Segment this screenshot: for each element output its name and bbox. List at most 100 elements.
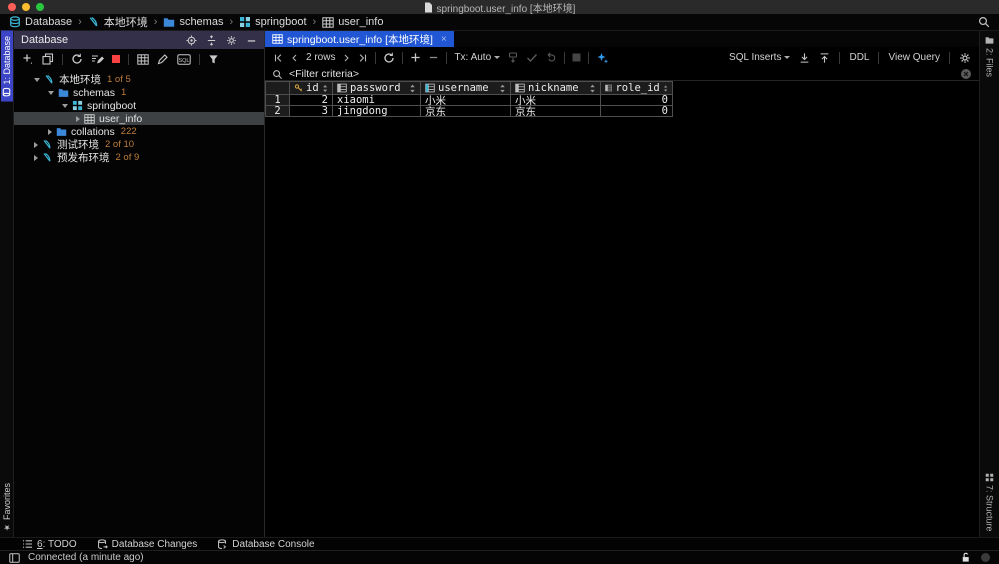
gear-icon[interactable] [226, 35, 237, 46]
submit-icon[interactable] [507, 51, 519, 64]
hide-panel-icon[interactable] [246, 35, 257, 46]
toolwindow-tab-files[interactable]: 2: Files [984, 31, 996, 82]
close-window-button[interactable] [8, 3, 16, 11]
filter-icon[interactable] [208, 54, 219, 65]
sql-generator-icon[interactable]: SQL [177, 53, 191, 65]
mysql-connection-icon [43, 152, 51, 162]
tree-item-schemas[interactable]: schemas 1 [14, 86, 264, 99]
commit-check-icon[interactable] [526, 53, 538, 63]
cell-password[interactable]: jingdong [333, 106, 421, 117]
collapse-expand-icon[interactable] [206, 34, 217, 46]
toolwindow-tab-database-changes[interactable]: Database Changes [97, 539, 197, 550]
tree-item-springboot[interactable]: springboot [14, 99, 264, 112]
cell-id[interactable]: 2 [290, 95, 333, 106]
close-tab-icon[interactable]: × [441, 34, 447, 45]
tree-item-local-env[interactable]: 本地环境 1 of 5 [14, 73, 264, 86]
sort-icon[interactable] [663, 84, 668, 93]
column-header-id[interactable]: id [290, 81, 333, 95]
duplicate-icon[interactable] [42, 53, 54, 65]
breadcrumb-item-user-info[interactable]: user_info [322, 16, 383, 28]
jump-to-console-icon[interactable] [91, 53, 104, 65]
sort-icon[interactable] [589, 84, 596, 93]
rollback-icon[interactable] [545, 52, 557, 63]
cell-role-id[interactable]: 0 [601, 106, 673, 117]
cell-password[interactable]: xiaomi [333, 95, 421, 106]
cell-role-id[interactable]: 0 [601, 95, 673, 106]
column-header-password[interactable]: password [333, 81, 421, 95]
delete-row-icon[interactable] [428, 52, 439, 63]
data-extractor-sparkle-icon[interactable] [596, 52, 609, 64]
tree-item-user-info[interactable]: user_info [14, 112, 264, 125]
stop-icon[interactable] [572, 53, 581, 62]
toolwindow-tab-database[interactable]: 1: Database [0, 31, 13, 102]
edit-icon[interactable] [157, 53, 169, 65]
grid-settings-gear-icon[interactable] [959, 52, 971, 64]
filter-criteria-input[interactable]: <Filter criteria> [289, 68, 359, 80]
locate-icon[interactable] [186, 34, 197, 46]
refresh-icon[interactable] [71, 53, 83, 65]
toolwindow-tab-structure[interactable]: 7: Structure [984, 468, 996, 537]
tree-item-collations[interactable]: collations 222 [14, 125, 264, 138]
import-upload-icon[interactable] [819, 52, 830, 64]
column-header-role-id[interactable]: role_id [601, 81, 673, 95]
previous-page-icon[interactable] [290, 53, 299, 63]
sort-icon[interactable] [499, 84, 506, 93]
column-header-nickname[interactable]: nickname [511, 81, 601, 95]
table-row[interactable]: 1 2 xiaomi 小米 小米 0 [265, 95, 979, 106]
sort-icon[interactable] [409, 84, 416, 93]
breadcrumb-item-connection[interactable]: 本地环境 [88, 14, 148, 30]
sql-inserts-dropdown[interactable]: SQL Inserts [729, 52, 791, 63]
grid-header-row: id password username nickname role_id [265, 81, 979, 95]
search-icon[interactable] [978, 16, 990, 28]
disconnect-button[interactable] [112, 55, 120, 63]
row-number-header[interactable] [265, 81, 290, 95]
minimize-window-button[interactable] [22, 3, 30, 11]
titlebar: springboot.user_info [本地环境] [0, 0, 999, 15]
connection-status-text[interactable]: Connected (a minute ago) [28, 552, 144, 563]
chevron-right-icon[interactable] [76, 115, 80, 122]
reload-data-icon[interactable] [383, 52, 395, 64]
table-row[interactable]: 2 3 jingdong 京东 京东 0 [265, 106, 979, 117]
cell-nickname[interactable]: 京东 [511, 106, 601, 117]
toolwindow-toggle-icon[interactable] [9, 552, 20, 563]
ddl-button[interactable]: DDL [849, 52, 869, 63]
view-query-button[interactable]: View Query [888, 52, 940, 63]
add-row-icon[interactable] [410, 52, 421, 63]
tab-user-info[interactable]: springboot.user_info [本地环境] × [265, 31, 454, 47]
row-number: 2 [265, 106, 290, 117]
row-count-label[interactable]: 2 rows [306, 52, 335, 63]
tree-item-test-env[interactable]: 测试环境 2 of 10 [14, 138, 264, 151]
chevron-down-icon[interactable] [62, 103, 68, 108]
tx-mode-dropdown[interactable]: Tx: Auto [454, 52, 501, 63]
chevron-down-icon[interactable] [34, 77, 40, 82]
sort-icon[interactable] [322, 84, 328, 93]
export-download-icon[interactable] [799, 52, 810, 64]
breadcrumb-item-database[interactable]: Database [9, 16, 72, 28]
main-area: 1: Database ★ Favorites Database SQL 本地环… [0, 31, 999, 537]
notifications-icon[interactable] [981, 553, 990, 562]
next-page-icon[interactable] [342, 53, 351, 63]
column-header-username[interactable]: username [421, 81, 511, 95]
cell-username[interactable]: 京东 [421, 106, 511, 117]
breadcrumb-item-schemas[interactable]: schemas [163, 16, 223, 28]
cell-username[interactable]: 小米 [421, 95, 511, 106]
filter-search-icon[interactable] [272, 69, 283, 80]
breadcrumb-item-springboot[interactable]: springboot [239, 16, 307, 28]
toolwindow-tab-database-console[interactable]: Database Console [217, 539, 315, 550]
last-page-icon[interactable] [358, 53, 368, 63]
unlock-icon[interactable] [960, 552, 971, 563]
cell-id[interactable]: 3 [290, 106, 333, 117]
first-page-icon[interactable] [273, 53, 283, 63]
chevron-right-icon[interactable] [34, 154, 38, 161]
toolwindow-tab-todo[interactable]: 6: TODO [22, 539, 77, 550]
chevron-right-icon[interactable] [48, 128, 52, 135]
close-filter-icon[interactable] [960, 68, 972, 80]
tree-item-staging-env[interactable]: 预发布环境 2 of 9 [14, 151, 264, 164]
maximize-window-button[interactable] [36, 3, 44, 11]
chevron-down-icon[interactable] [48, 90, 54, 95]
add-datasource-button[interactable] [22, 53, 34, 65]
toolwindow-tab-favorites[interactable]: ★ Favorites [1, 478, 13, 537]
chevron-right-icon[interactable] [34, 141, 38, 148]
table-view-icon[interactable] [137, 53, 149, 65]
cell-nickname[interactable]: 小米 [511, 95, 601, 106]
